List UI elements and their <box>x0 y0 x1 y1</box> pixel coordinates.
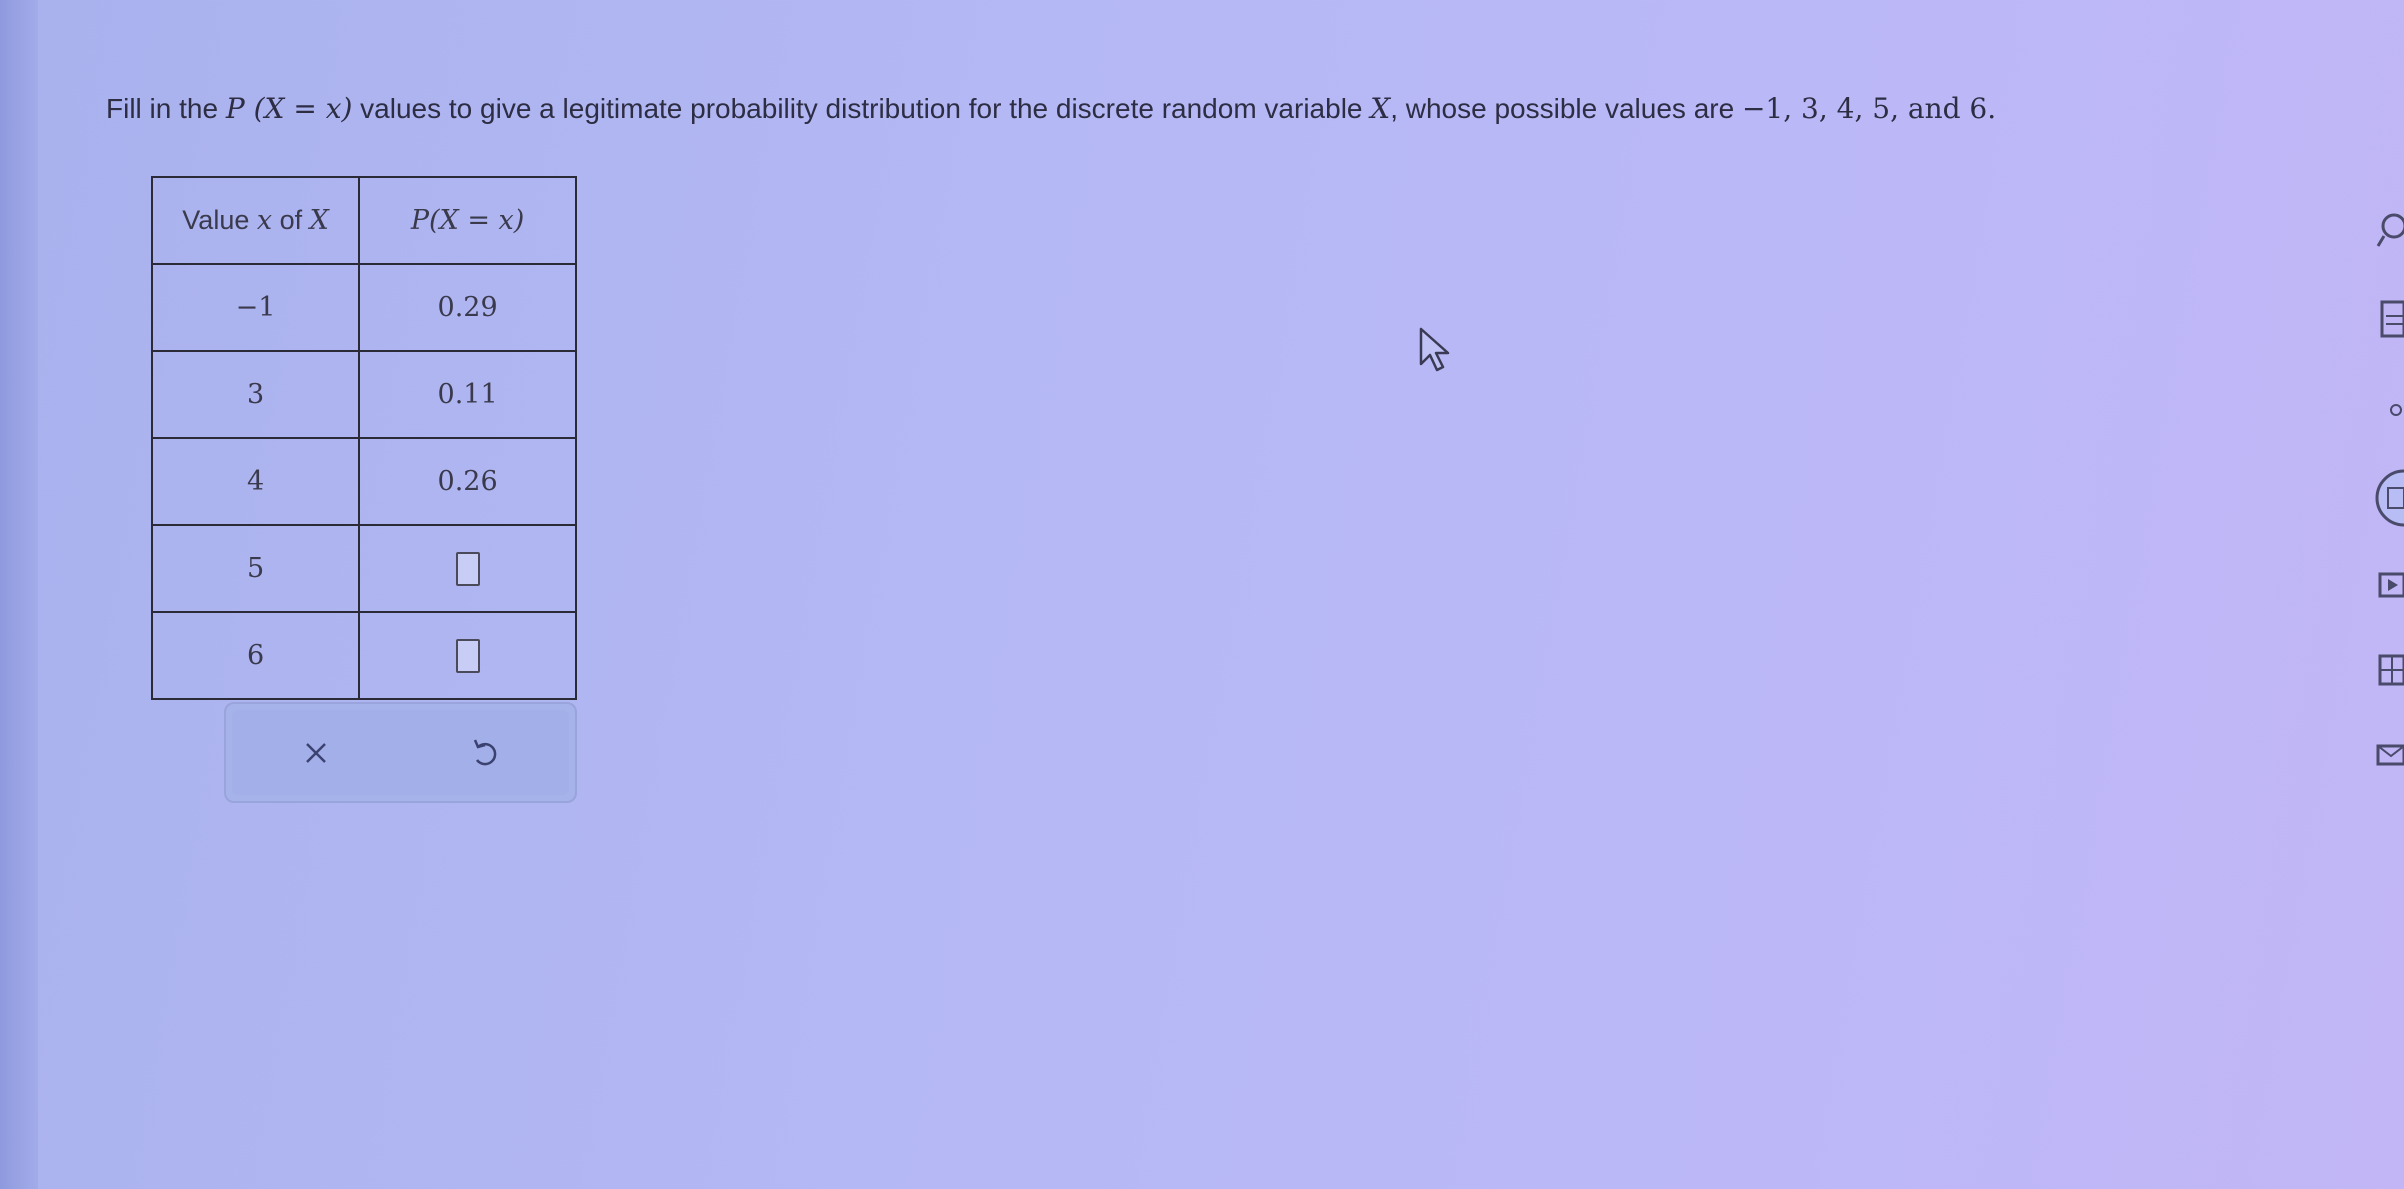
value-cell: 4 <box>150 437 361 526</box>
table-row: −1 0.29 <box>150 263 577 352</box>
table-row: 5 <box>150 524 577 613</box>
grid-icon[interactable] <box>2374 652 2404 688</box>
table-row: 3 0.11 <box>150 350 577 439</box>
prompt-values-list: −1, 3, 4, 5, and 6. <box>1741 92 1997 125</box>
clear-button[interactable] <box>256 718 376 788</box>
x-icon <box>306 742 327 763</box>
calculator-icon[interactable] <box>2374 300 2404 340</box>
value-cell: 6 <box>150 611 361 700</box>
value-cell: 5 <box>150 524 361 613</box>
probability-distribution-table: Value x of X P(X = x) −1 0.29 3 0.11 4 0… <box>150 176 577 700</box>
header-value-x: Value x of X <box>150 176 361 265</box>
value-cell: −1 <box>150 263 361 352</box>
question-prompt: Fill in the P (X = x) values to give a l… <box>106 92 1996 125</box>
prompt-variable: X <box>1370 92 1391 125</box>
textbook-icon[interactable] <box>2374 468 2404 528</box>
left-edge-shade <box>0 0 38 1189</box>
mail-icon[interactable] <box>2374 740 2404 770</box>
answer-button-bar <box>224 702 577 803</box>
right-toolbar <box>2374 200 2404 800</box>
table-header-row: Value x of X P(X = x) <box>150 176 577 265</box>
prompt-text: values to give a legitimate probability … <box>352 93 1371 124</box>
undo-icon <box>473 739 497 765</box>
value-cell: 3 <box>150 350 361 439</box>
table-row: 6 <box>150 611 577 700</box>
table-row: 4 0.26 <box>150 437 577 526</box>
probability-input-cell <box>358 524 577 613</box>
probability-cell: 0.11 <box>358 350 577 439</box>
video-icon[interactable] <box>2374 570 2404 600</box>
button-bar-inner <box>232 710 569 795</box>
probability-input-6[interactable] <box>455 638 480 673</box>
search-icon[interactable] <box>2374 210 2404 250</box>
undo-button[interactable] <box>425 718 545 788</box>
prompt-text: Fill in the <box>106 93 226 124</box>
circle-icon[interactable] <box>2374 400 2404 420</box>
probability-cell: 0.26 <box>358 437 577 526</box>
mouse-pointer-icon <box>1418 326 1454 379</box>
probability-input-cell <box>358 611 577 700</box>
header-probability: P(X = x) <box>358 176 577 265</box>
prompt-p-expression: P (X = x) <box>225 92 353 125</box>
prompt-text: , whose possible values are <box>1390 93 1742 124</box>
probability-cell: 0.29 <box>358 263 577 352</box>
probability-input-5[interactable] <box>455 551 480 586</box>
